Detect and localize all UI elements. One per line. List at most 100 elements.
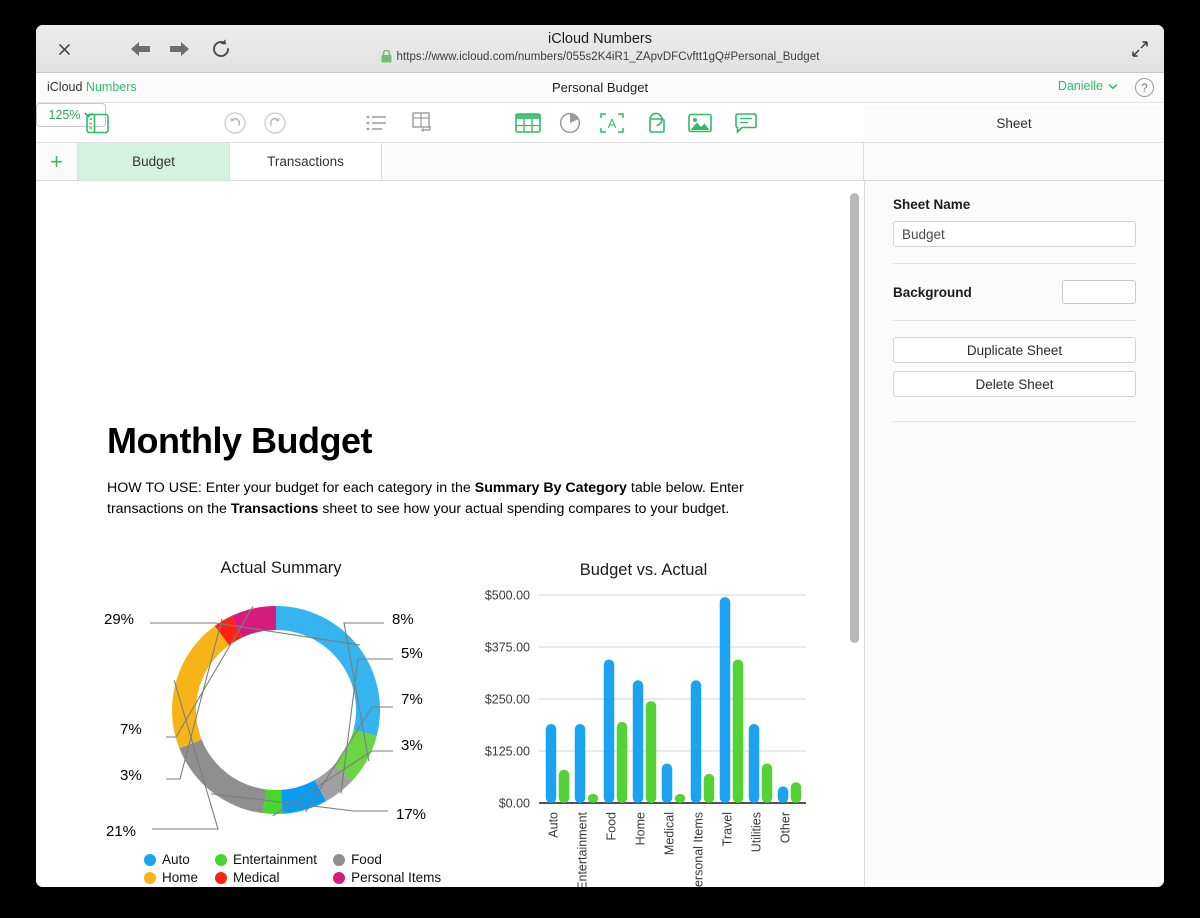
- legend-item-personal-items: Personal Items: [333, 869, 441, 886]
- x-tick-label: Personal Items: [692, 812, 706, 887]
- background-label: Background: [893, 285, 972, 300]
- undo-button[interactable]: [220, 108, 250, 138]
- forward-button[interactable]: [162, 25, 196, 73]
- donut-label-medical: 3%: [401, 737, 423, 754]
- actual-summary-chart[interactable]: Actual Summary 29%8%5%7%3%17%21%3%7% Aut…: [96, 559, 466, 887]
- page-title: Monthly Budget: [107, 420, 372, 462]
- chart-icon: [559, 112, 581, 134]
- bar-budget-personal-items: [691, 680, 702, 803]
- sheet-canvas[interactable]: Monthly Budget HOW TO USE: Enter your bu…: [36, 181, 864, 887]
- undo-icon: [224, 112, 246, 134]
- sheet-inspector-panel: Sheet Name Background Duplicate Sheet De…: [864, 181, 1164, 887]
- icloud-app-header: iCloud Numbers Personal Budget Danielle …: [36, 73, 1164, 103]
- bar-actual-auto: [559, 770, 570, 803]
- reload-icon: [210, 38, 232, 60]
- bar-chart-svg: $0.00$125.00$250.00$375.00$500.00 AutoEn…: [471, 583, 816, 887]
- legend-label: Personal Items: [351, 870, 441, 885]
- back-button[interactable]: [124, 25, 158, 73]
- browser-toolbar: iCloud Numbers https://www.icloud.com/nu…: [36, 25, 1164, 73]
- delete-sheet-button[interactable]: Delete Sheet: [893, 371, 1136, 397]
- howto-prefix: HOW TO USE: Enter your budget for each c…: [107, 480, 475, 496]
- bar-budget-other: [778, 786, 789, 803]
- sheet-tab-transactions[interactable]: Transactions: [230, 143, 382, 180]
- donut-label-travel: 21%: [106, 823, 136, 840]
- bar-actual-travel: [733, 659, 744, 803]
- x-tick-label: Home: [634, 812, 648, 845]
- close-window-button[interactable]: [44, 25, 84, 73]
- sheet-tab-budget[interactable]: Budget: [78, 143, 230, 180]
- insert-shape-button[interactable]: [638, 108, 670, 138]
- bar-actual-personal-items: [704, 774, 715, 803]
- x-tick-label: Utilities: [750, 812, 764, 852]
- sidebar-toggle-icon: [86, 113, 109, 134]
- legend-label: Home: [162, 870, 198, 885]
- sheet-name-input[interactable]: [893, 221, 1136, 247]
- bar-budget-auto: [546, 724, 557, 803]
- reload-button[interactable]: [204, 25, 238, 73]
- close-icon: [58, 43, 71, 56]
- forward-arrow-icon: [167, 40, 191, 58]
- legend-swatch-icon: [333, 854, 345, 866]
- table-insert-button[interactable]: [408, 108, 440, 138]
- account-menu[interactable]: Danielle: [1058, 79, 1118, 93]
- table-insert-icon: [412, 112, 436, 134]
- bar-budget-medical: [662, 763, 673, 803]
- background-color-swatch[interactable]: [1062, 280, 1136, 304]
- legend-item-home: Home: [144, 869, 199, 886]
- budget-vs-actual-chart[interactable]: Budget vs. Actual $0.00$125.00$250.00$37…: [471, 561, 816, 887]
- bar-actual-other: [791, 782, 802, 803]
- bar-actual-medical: [675, 794, 686, 803]
- legend-swatch-icon: [144, 854, 156, 866]
- add-sheet-button[interactable]: +: [36, 143, 78, 180]
- expand-button[interactable]: [1122, 25, 1158, 73]
- legend-label: Food: [351, 852, 382, 867]
- sheet-name-section: Sheet Name: [865, 181, 1164, 263]
- list-button[interactable]: [362, 108, 392, 138]
- account-name: Danielle: [1058, 79, 1103, 93]
- y-tick-label: $0.00: [499, 797, 530, 811]
- insert-text-button[interactable]: A: [596, 108, 628, 138]
- x-tick-label: Other: [779, 812, 793, 843]
- bar-actual-home: [646, 701, 657, 803]
- bar-actual-entertainment: [588, 794, 599, 803]
- inspector-title: Sheet: [864, 105, 1164, 143]
- bar-chart-title: Budget vs. Actual: [471, 561, 816, 580]
- redo-button[interactable]: [260, 108, 290, 138]
- scrollbar-thumb[interactable]: [850, 193, 859, 643]
- duplicate-sheet-button[interactable]: Duplicate Sheet: [893, 337, 1136, 363]
- donut-label-utilities: 3%: [120, 767, 142, 784]
- bar-budget-utilities: [749, 724, 760, 803]
- bar-chart-y-axis-labels: $0.00$125.00$250.00$375.00$500.00: [485, 589, 530, 811]
- donut-legend: AutoEntertainmentFoodHomeMedicalPersonal…: [144, 851, 441, 887]
- donut-slices: [172, 606, 380, 814]
- list-icon: [366, 114, 388, 132]
- redo-icon: [264, 112, 286, 134]
- shape-icon: [642, 112, 666, 134]
- insert-table-button[interactable]: [512, 108, 544, 138]
- divider-3: [893, 421, 1136, 422]
- legend-label: Entertainment: [233, 852, 317, 867]
- donut-label-home: 7%: [401, 691, 423, 708]
- help-button[interactable]: ?: [1135, 78, 1154, 97]
- bar-actual-food: [617, 722, 628, 803]
- vertical-scrollbar[interactable]: [850, 193, 859, 853]
- donut-label-entertainment: 8%: [392, 611, 414, 628]
- donut-slice-personal-items: [179, 739, 266, 813]
- x-tick-label: Medical: [663, 812, 677, 855]
- bar-budget-travel: [720, 597, 731, 803]
- howto-bold-summary: Summary By Category: [475, 480, 627, 496]
- sidebar-toggle-button[interactable]: [80, 108, 114, 138]
- inspector-header-slot: Sheet: [864, 143, 1164, 180]
- workspace: Monthly Budget HOW TO USE: Enter your bu…: [36, 181, 1164, 887]
- comment-button[interactable]: [730, 108, 762, 138]
- legend-item-auto: Auto: [144, 851, 199, 868]
- bar-budget-home: [633, 680, 644, 803]
- insert-chart-button[interactable]: [554, 108, 586, 138]
- legend-item-food: Food: [333, 851, 441, 868]
- bar-budget-food: [604, 659, 615, 803]
- document-name-header[interactable]: Personal Budget: [36, 80, 1164, 95]
- zoom-level-value: 125%: [49, 108, 81, 122]
- insert-media-button[interactable]: [684, 108, 716, 138]
- legend-swatch-icon: [215, 872, 227, 884]
- sheet-tab-filler: [382, 143, 864, 180]
